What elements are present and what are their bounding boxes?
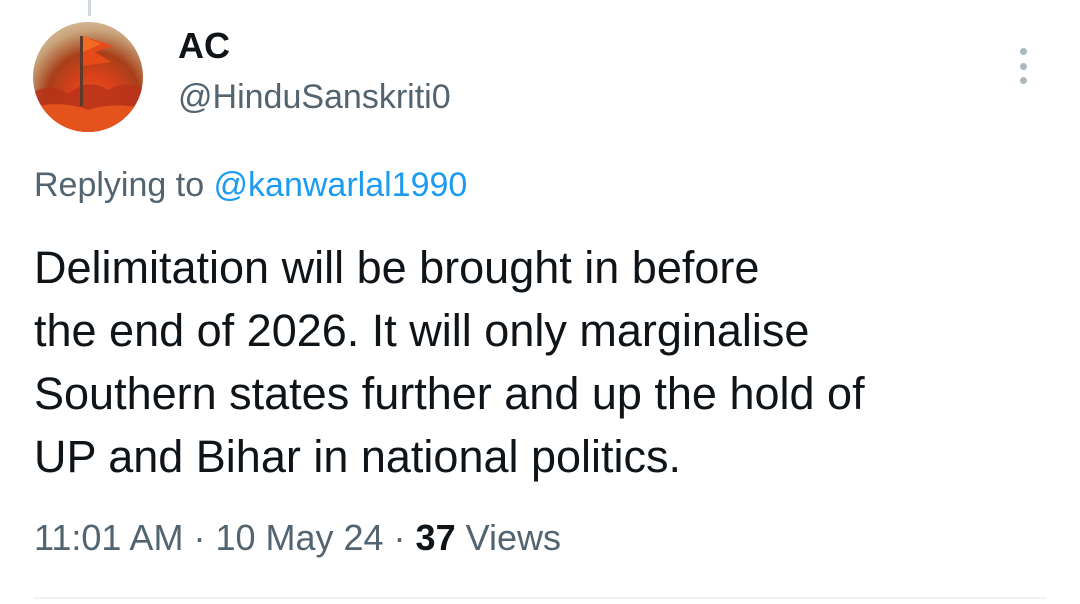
replying-to-handle-link[interactable]: @kanwarlal1990	[214, 166, 468, 204]
tweet-time[interactable]: 11:01 AM	[34, 517, 183, 558]
replying-to-label: Replying to	[34, 166, 214, 204]
more-vertical-icon-dot	[1019, 77, 1027, 84]
tweet-text-line: Delimitation will be brought in before	[34, 242, 760, 293]
thread-connector-line	[88, 0, 91, 16]
views-label[interactable]: Views	[456, 517, 561, 558]
more-options-button[interactable]	[1008, 44, 1038, 88]
avatar[interactable]	[33, 22, 143, 132]
tweet-text-line: the end of 2026. It will only marginalis…	[34, 305, 810, 356]
tweet-card: AC @HinduSanskriti0 Replying to @kanwarl…	[0, 0, 1080, 604]
tweet-text: Delimitation will be brought in before t…	[34, 236, 1044, 488]
replying-to-line: Replying to @kanwarlal1990	[34, 164, 467, 206]
meta-separator: ·	[183, 517, 216, 558]
meta-separator: ·	[383, 517, 416, 558]
divider	[34, 597, 1046, 599]
tweet-text-line: UP and Bihar in national politics.	[34, 431, 682, 482]
tweet-metadata: 11:01 AM · 10 May 24 · 37 Views	[34, 516, 561, 560]
views-count[interactable]: 37	[416, 517, 456, 558]
more-vertical-icon	[1019, 48, 1027, 55]
tweet-text-line: Southern states further and up the hold …	[34, 368, 865, 419]
tweet-date[interactable]: 10 May 24	[215, 517, 383, 558]
more-vertical-icon-dot	[1019, 62, 1027, 70]
user-handle[interactable]: @HinduSanskriti0	[178, 77, 451, 117]
display-name[interactable]: AC	[178, 24, 230, 68]
saffron-flag-avatar-icon	[33, 36, 143, 132]
